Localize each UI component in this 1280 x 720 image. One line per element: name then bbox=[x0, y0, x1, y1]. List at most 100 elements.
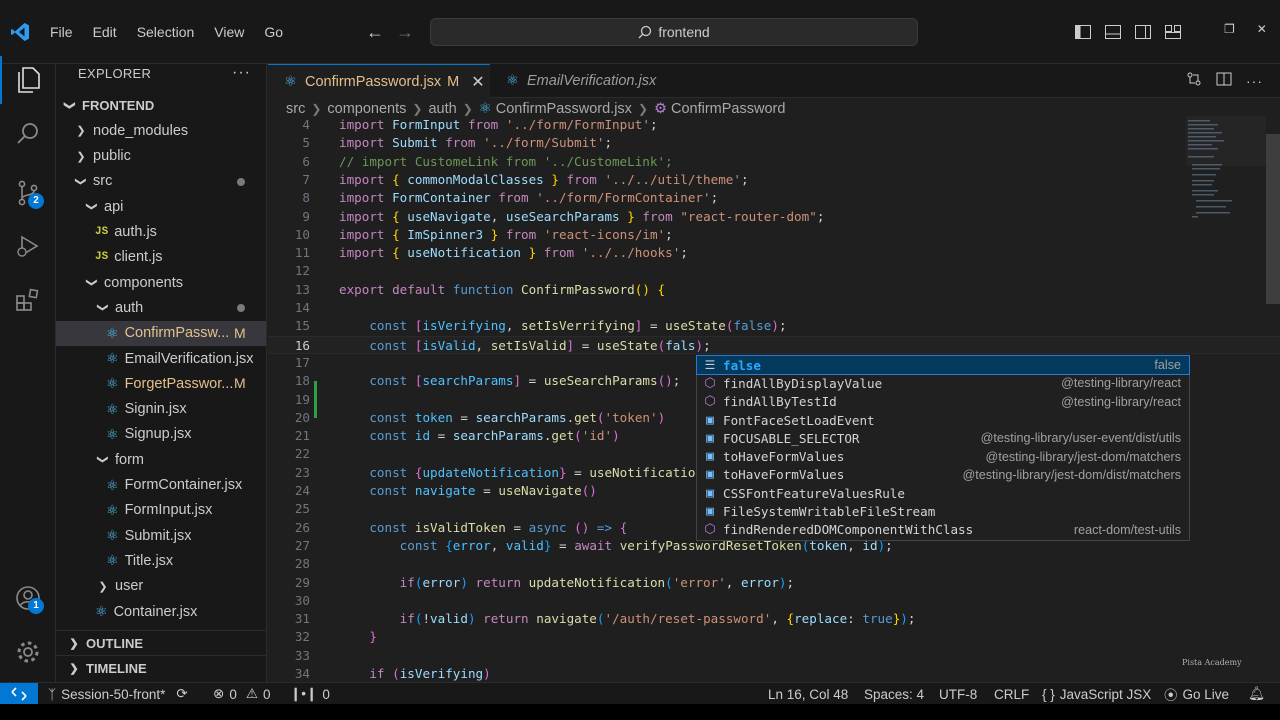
suggestion-item[interactable]: ▣ CSSFontFeatureValuesRule bbox=[697, 484, 1189, 502]
tree-folder[interactable]: ❯ public bbox=[56, 144, 266, 169]
tree-file[interactable]: ⚛ Signin.jsx bbox=[56, 397, 266, 422]
more-actions-icon[interactable]: ··· bbox=[1246, 73, 1263, 89]
toggle-panel-icon[interactable] bbox=[1102, 22, 1124, 42]
code-line: 32 } bbox=[268, 628, 1280, 646]
breadcrumb-components[interactable]: components bbox=[327, 101, 406, 117]
run-debug-icon[interactable] bbox=[0, 222, 56, 270]
tree-file[interactable]: JS client.js bbox=[56, 245, 266, 270]
tree-folder[interactable]: ❯ src bbox=[56, 169, 266, 194]
warning-icon: ⚠ bbox=[245, 686, 258, 701]
restore-icon[interactable]: ❐ bbox=[1224, 22, 1235, 36]
react-file-icon: ⚛ bbox=[106, 400, 119, 417]
tab-email-verification[interactable]: ⚛ EmailVerification.jsx bbox=[490, 64, 686, 98]
tree-item-label: Signin.jsx bbox=[124, 401, 187, 418]
menu-selection[interactable]: Selection bbox=[127, 22, 205, 42]
accounts-icon[interactable]: 1 bbox=[0, 574, 56, 622]
search-icon[interactable] bbox=[0, 109, 56, 157]
tree-file[interactable]: ⚛ Title.jsx bbox=[56, 548, 266, 573]
more-actions-icon[interactable]: ··· bbox=[232, 64, 251, 82]
sync-icon[interactable]: ⟳ bbox=[176, 686, 187, 702]
toggle-primary-sidebar-icon[interactable] bbox=[1072, 22, 1094, 42]
go-live-button[interactable]: ⦿ Go Live bbox=[1164, 683, 1229, 705]
search-icon bbox=[638, 25, 652, 39]
timeline-section[interactable]: ❯ TIMELINE bbox=[56, 655, 266, 680]
extensions-icon[interactable] bbox=[0, 276, 56, 324]
toggle-secondary-sidebar-icon[interactable] bbox=[1132, 22, 1154, 42]
explorer-root-folder[interactable]: ❯ FRONTEND bbox=[56, 93, 266, 118]
problems-status[interactable]: ⊗ 0 ⚠ 0 bbox=[213, 683, 270, 705]
indentation-status[interactable]: Spaces: 4 bbox=[864, 683, 924, 705]
tree-file[interactable]: ⚛ Signup.jsx bbox=[56, 422, 266, 447]
cursor-position[interactable]: Ln 16, Col 48 bbox=[768, 683, 848, 705]
breadcrumb-auth[interactable]: auth bbox=[428, 101, 456, 117]
vertical-scrollbar[interactable] bbox=[1266, 134, 1280, 304]
suggestion-detail: @testing-library/jest-dom/matchers bbox=[985, 449, 1181, 464]
tree-file[interactable]: ⚛ ForgetPasswor... M bbox=[56, 371, 266, 396]
notifications-bell-icon[interactable]: 🔔︎ bbox=[1248, 683, 1265, 705]
code-text: const [isValid, setIsValid] = useState(f… bbox=[369, 337, 711, 353]
code-text: import FormInput from '../form/FormInput… bbox=[339, 117, 658, 132]
tree-file[interactable]: JS auth.js bbox=[56, 220, 266, 245]
remote-indicator-icon[interactable] bbox=[0, 683, 38, 705]
minimap[interactable] bbox=[1186, 116, 1266, 276]
suggestion-item[interactable]: ▣ toHaveFormValues @testing-library/jest-d… bbox=[697, 448, 1189, 466]
suggestion-item[interactable]: ▣ FontFaceSetLoadEvent bbox=[697, 411, 1189, 429]
tree-file[interactable]: ⚛ FormContainer.jsx bbox=[56, 473, 266, 498]
close-window-icon[interactable]: ✕ bbox=[1257, 22, 1267, 36]
tree-folder[interactable]: ❯ form bbox=[56, 447, 266, 472]
line-number: 16 bbox=[294, 337, 310, 353]
tree-file[interactable]: ⚛ FormInput.jsx bbox=[56, 498, 266, 523]
variable-icon: ▣ bbox=[706, 412, 714, 428]
line-number: 28 bbox=[294, 556, 310, 572]
breadcrumb-symbol[interactable]: ConfirmPassword bbox=[671, 101, 785, 117]
breadcrumb-src[interactable]: src bbox=[286, 101, 305, 117]
suggestion-item[interactable]: ▣ FileSystemWritableFileStream bbox=[697, 502, 1189, 520]
encoding-status[interactable]: UTF-8 bbox=[939, 683, 977, 705]
breadcrumb-file[interactable]: ConfirmPassword.jsx bbox=[496, 101, 632, 117]
compare-changes-icon[interactable] bbox=[1186, 71, 1202, 92]
source-control-icon[interactable]: 2 bbox=[0, 169, 56, 217]
tree-file[interactable]: ⚛ ConfirmPassw... M bbox=[56, 320, 266, 346]
menu-edit[interactable]: Edit bbox=[83, 22, 127, 42]
code-text: export default function ConfirmPassword(… bbox=[339, 281, 666, 297]
menu-view[interactable]: View bbox=[204, 22, 254, 42]
tree-folder[interactable]: ❯ auth bbox=[56, 295, 266, 320]
suggestion-item[interactable]: ⬡ findAllByTestId @testing-library/react bbox=[697, 393, 1189, 411]
suggestion-item[interactable]: ☰ false false bbox=[696, 354, 1190, 376]
tree-file[interactable]: ⚛ EmailVerification.jsx bbox=[56, 346, 266, 371]
branch-status[interactable]: ᛉ Session-50-front* ⟳ bbox=[48, 683, 188, 705]
tree-folder[interactable]: ❯ components bbox=[56, 270, 266, 295]
tree-file[interactable]: ⚛ Container.jsx bbox=[56, 599, 266, 624]
suggestion-item[interactable]: ⬡ findRenderedDOMComponentWithClass react-… bbox=[697, 521, 1189, 539]
code-text: const [searchParams] = useSearchParams()… bbox=[369, 373, 681, 389]
tree-folder[interactable]: ❯ api bbox=[56, 194, 266, 219]
close-tab-icon[interactable]: ✕ bbox=[471, 72, 484, 92]
menu-go[interactable]: Go bbox=[254, 22, 293, 42]
menu-file[interactable]: File bbox=[40, 22, 83, 42]
ports-status[interactable]: ❙•❙ 0 bbox=[290, 683, 330, 705]
suggestion-item[interactable]: ▣ FOCUSABLE_SELECTOR @testing-library/user… bbox=[697, 429, 1189, 447]
code-text: } bbox=[369, 629, 377, 645]
suggestion-label: FontFaceSetLoadEvent bbox=[723, 412, 875, 428]
back-arrow-icon[interactable]: ← bbox=[365, 22, 385, 42]
outline-section[interactable]: ❯ OUTLINE bbox=[56, 630, 266, 655]
language-mode[interactable]: { } JavaScript JSX bbox=[1042, 683, 1151, 705]
settings-gear-icon[interactable] bbox=[0, 628, 56, 676]
customize-layout-icon[interactable] bbox=[1162, 22, 1184, 42]
tree-folder[interactable]: ❯ user bbox=[56, 574, 266, 599]
suggestion-item[interactable]: ▣ toHaveFormValues @testing-library/jest-d… bbox=[697, 466, 1189, 484]
forward-arrow-icon[interactable]: → bbox=[395, 22, 415, 42]
tree-item-label: Submit.jsx bbox=[124, 527, 192, 544]
suggestion-item[interactable]: ⬡ findAllByDisplayValue @testing-library/r… bbox=[697, 374, 1189, 392]
tree-folder[interactable]: ❯ node_modules bbox=[56, 118, 266, 143]
eol-status[interactable]: CRLF bbox=[994, 683, 1029, 705]
status-bar: ᛉ Session-50-front* ⟳ ⊗ 0 ⚠ 0 ❙•❙ 0 Ln 1… bbox=[0, 682, 1280, 705]
split-editor-icon[interactable] bbox=[1216, 71, 1232, 92]
tree-file[interactable]: ⚛ Submit.jsx bbox=[56, 523, 266, 548]
explorer-icon[interactable] bbox=[0, 56, 56, 104]
tree-item-label: user bbox=[115, 578, 144, 595]
command-center-search[interactable]: frontend bbox=[430, 18, 918, 46]
tab-confirm-password[interactable]: ⚛ ConfirmPassword.jsx M ✕ bbox=[268, 64, 490, 98]
go-live-label: Go Live bbox=[1182, 686, 1230, 702]
line-number: 17 bbox=[294, 354, 310, 370]
